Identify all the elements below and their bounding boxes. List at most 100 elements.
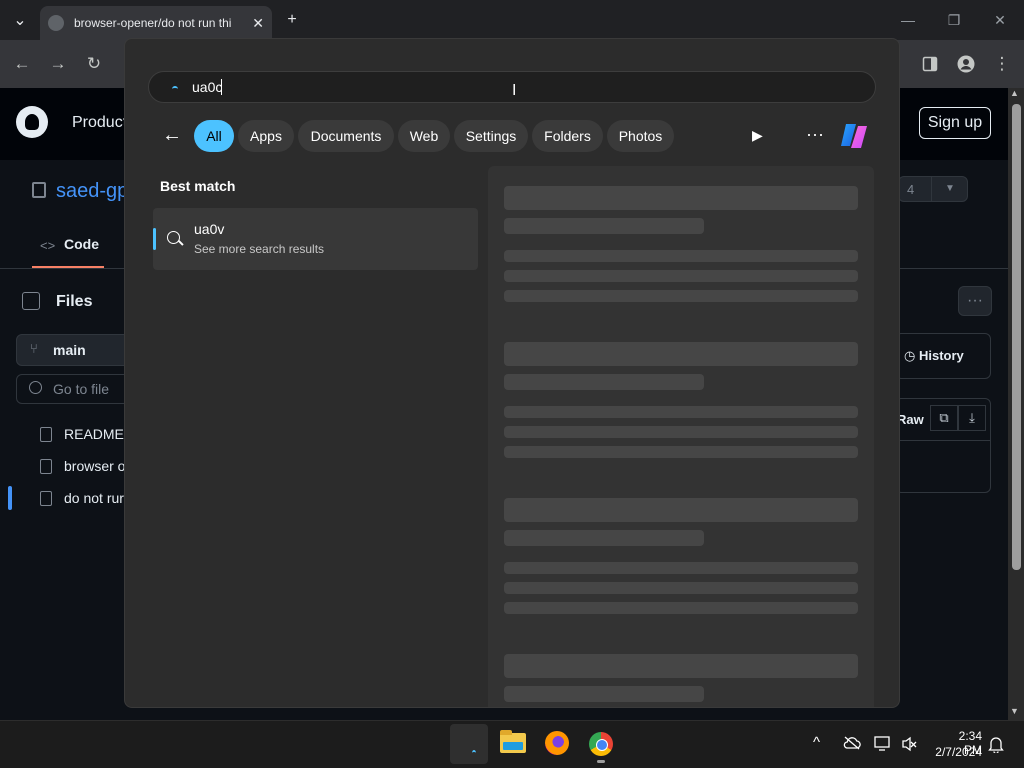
file-tree-item[interactable]: browser o	[40, 456, 125, 476]
scrollbar-thumb[interactable]	[1012, 104, 1021, 570]
search-loading-icon	[172, 86, 178, 92]
search-icon	[29, 381, 42, 394]
filter-all[interactable]: All	[194, 120, 234, 152]
play-icon[interactable]: ▶	[752, 127, 763, 144]
chevron-down-icon[interactable]: ▼	[945, 183, 955, 194]
file-name: README.r	[64, 426, 133, 442]
best-match-result[interactable]	[153, 208, 478, 270]
browser-menu-icon[interactable]: ⋮	[990, 52, 1014, 76]
sign-up-button[interactable]: Sign up	[919, 107, 991, 139]
back-arrow-icon[interactable]: ←	[10, 52, 34, 76]
skeleton-line	[504, 530, 704, 546]
active-file-indicator	[8, 486, 12, 510]
clock-date[interactable]: 2/7/2024	[928, 745, 982, 759]
reload-icon[interactable]: ↻	[82, 52, 106, 76]
minimize-button[interactable]: —	[898, 10, 918, 30]
skeleton-line	[504, 270, 858, 282]
skeleton-line	[504, 290, 858, 302]
raw-button[interactable]: Raw	[897, 412, 924, 427]
search-query: ua0c	[192, 79, 223, 95]
skeleton-line	[504, 582, 858, 594]
file-name: do not rur	[64, 490, 124, 506]
chrome-icon[interactable]	[589, 732, 613, 756]
text-caret	[221, 79, 222, 95]
skeleton-line	[504, 250, 858, 262]
tab-code[interactable]: Code	[64, 236, 99, 252]
taskbar-search-icon[interactable]	[450, 724, 488, 764]
tab-title: browser-opener/do not run thi	[74, 16, 232, 30]
file-tree-item[interactable]: do not rur	[40, 488, 124, 508]
filter-folders[interactable]: Folders	[532, 120, 603, 152]
file-icon	[40, 458, 52, 474]
tab-close-icon[interactable]: ✕	[252, 15, 264, 32]
result-subtitle: See more search results	[194, 242, 325, 256]
file-name: browser o	[64, 458, 126, 474]
scroll-down-icon[interactable]: ▼	[1010, 706, 1019, 716]
star-count-button[interactable]: 4 ▼	[898, 176, 968, 202]
maximize-button[interactable]: ❐	[944, 10, 964, 30]
scroll-up-icon[interactable]: ▲	[1010, 88, 1019, 98]
side-panel-icon[interactable]	[918, 52, 942, 76]
skeleton-title	[504, 342, 858, 366]
clock-icon: ◷	[904, 348, 919, 363]
files-title: Files	[56, 293, 93, 310]
filter-photos[interactable]: Photos	[607, 120, 674, 152]
file-icon	[40, 490, 52, 506]
copy-icon[interactable]: ⧉	[930, 405, 958, 431]
back-arrow-icon[interactable]: ←	[162, 124, 182, 147]
best-match-heading: Best match	[160, 178, 236, 194]
star-count: 4	[907, 181, 915, 197]
close-window-button[interactable]: ✕	[990, 10, 1010, 30]
download-icon[interactable]: ⤓	[958, 405, 986, 431]
skeleton-line	[504, 686, 704, 702]
sidebar-toggle-icon[interactable]	[22, 292, 40, 310]
branch-name: main	[53, 342, 86, 358]
skeleton-line	[504, 446, 858, 458]
history-label: History	[918, 348, 964, 363]
branch-icon: ⑂	[30, 341, 38, 356]
go-to-file-placeholder: Go to file	[53, 381, 110, 397]
tab-list-button[interactable]: ⌄	[8, 8, 32, 32]
notification-bell-icon[interactable]	[988, 736, 1004, 757]
code-icon: <>	[40, 238, 56, 253]
more-icon[interactable]: ···	[806, 124, 824, 145]
profile-icon[interactable]	[954, 52, 978, 76]
repo-icon	[32, 182, 46, 198]
github-favicon-icon	[48, 15, 64, 31]
filter-documents[interactable]: Documents	[298, 120, 394, 152]
file-explorer-icon[interactable]	[500, 730, 526, 753]
skeleton-line	[504, 406, 858, 418]
skeleton-title	[504, 654, 858, 678]
chrome-running-indicator	[597, 760, 605, 763]
forward-arrow-icon[interactable]: →	[46, 52, 70, 76]
cloud-offline-icon[interactable]	[843, 736, 861, 754]
filter-settings[interactable]: Settings	[454, 120, 528, 152]
filter-apps[interactable]: Apps	[238, 120, 294, 152]
product-menu[interactable]: Product	[72, 114, 127, 132]
skeleton-title	[504, 498, 858, 522]
file-content-divider	[895, 440, 991, 441]
filter-web[interactable]: Web	[398, 120, 450, 152]
copilot-icon[interactable]	[838, 120, 870, 152]
firefox-icon[interactable]	[545, 731, 569, 755]
result-title: ua0v	[194, 221, 225, 237]
selection-indicator	[153, 228, 156, 250]
new-tab-button[interactable]: +	[280, 8, 304, 32]
file-tree-item[interactable]: README.r	[40, 424, 132, 444]
skeleton-line	[504, 218, 704, 234]
tray-chevron-icon[interactable]: ^	[813, 734, 820, 751]
browser-tab[interactable]: browser-opener/do not run thi ✕	[40, 6, 272, 40]
repo-name-link[interactable]: saed-gp	[56, 180, 128, 203]
network-icon[interactable]	[874, 736, 892, 756]
star-divider	[931, 177, 932, 201]
skeleton-line	[504, 426, 858, 438]
skeleton-title	[504, 186, 858, 210]
skeleton-line	[504, 374, 704, 390]
history-button[interactable]: ◷ History	[904, 348, 964, 364]
github-logo-icon[interactable]	[16, 106, 48, 138]
search-icon	[167, 231, 180, 244]
skeleton-line	[504, 562, 858, 574]
volume-muted-icon[interactable]	[901, 736, 917, 756]
more-options-button[interactable]: ···	[958, 286, 992, 316]
file-icon	[40, 426, 52, 442]
